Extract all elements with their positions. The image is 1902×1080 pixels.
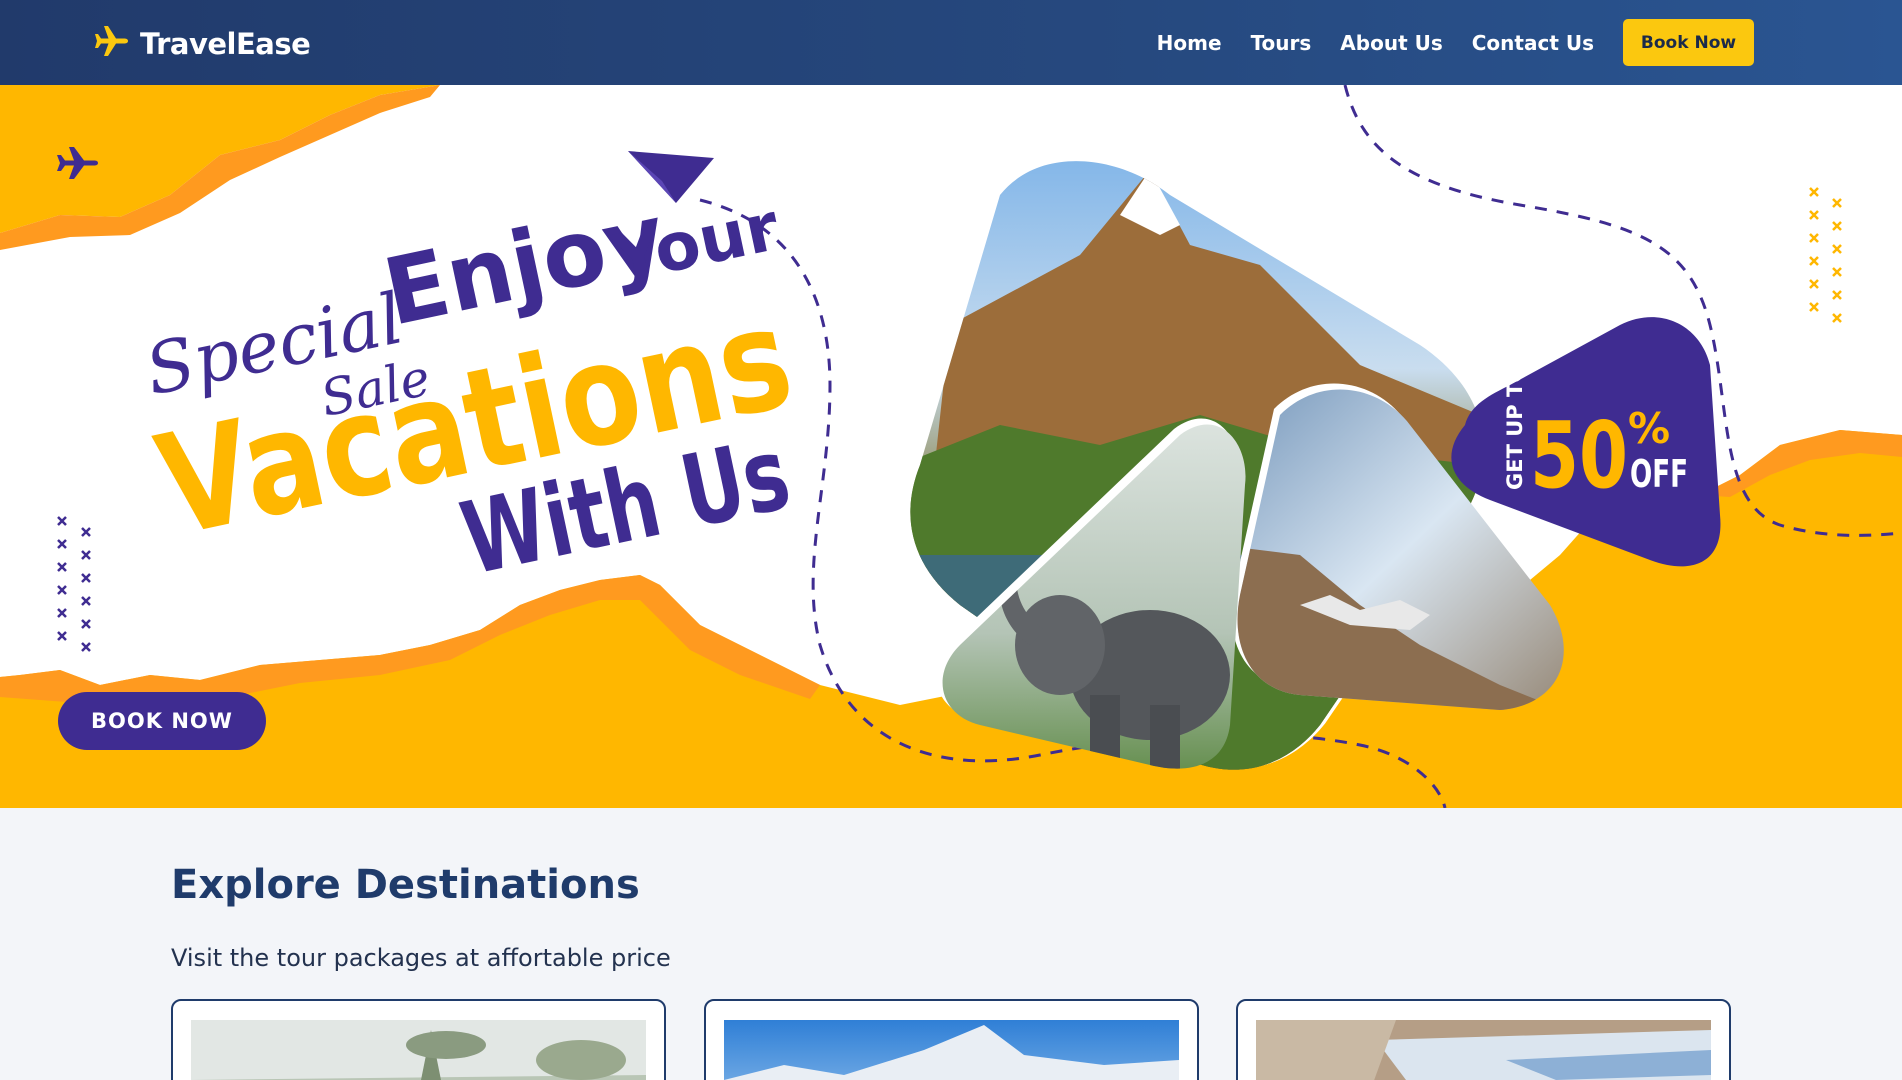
hero-book-now-button[interactable]: BOOK NOW <box>58 692 266 750</box>
river-valley-photo-card <box>1256 1020 1711 1080</box>
hero-headline: Special Sale Enjoy Your Vacations With U… <box>139 183 1688 598</box>
badge-percent: % <box>1628 404 1670 453</box>
misty-wetland-photo <box>191 1020 646 1080</box>
brand[interactable]: TravelEase <box>94 24 311 63</box>
nav-home[interactable]: Home <box>1157 31 1222 55</box>
nav-book-now-button[interactable]: Book Now <box>1623 19 1754 66</box>
plane-icon <box>94 24 130 63</box>
brand-name: TravelEase <box>140 26 311 61</box>
hero-banner: Special Sale Enjoy Your Vacations With U… <box>0 85 1902 808</box>
nav-tours[interactable]: Tours <box>1251 31 1312 55</box>
explore-subtitle: Visit the tour packages at affortable pr… <box>171 944 671 972</box>
badge-off: OFF <box>1630 452 1688 496</box>
badge-prefix: GET UP TO <box>1503 365 1527 490</box>
destination-card[interactable] <box>171 999 666 1080</box>
badge-value: 50 <box>1530 402 1628 509</box>
navbar: TravelEase Home Tours About Us Contact U… <box>0 0 1902 85</box>
nav-links: Home Tours About Us Contact Us Book Now <box>1157 19 1754 66</box>
explore-title: Explore Destinations <box>171 862 640 908</box>
destination-card[interactable] <box>704 999 1199 1080</box>
nav-contact-us[interactable]: Contact Us <box>1472 31 1594 55</box>
snowy-mountain-peak-photo <box>724 1020 1179 1080</box>
destination-card[interactable] <box>1236 999 1731 1080</box>
nav-about-us[interactable]: About Us <box>1340 31 1442 55</box>
